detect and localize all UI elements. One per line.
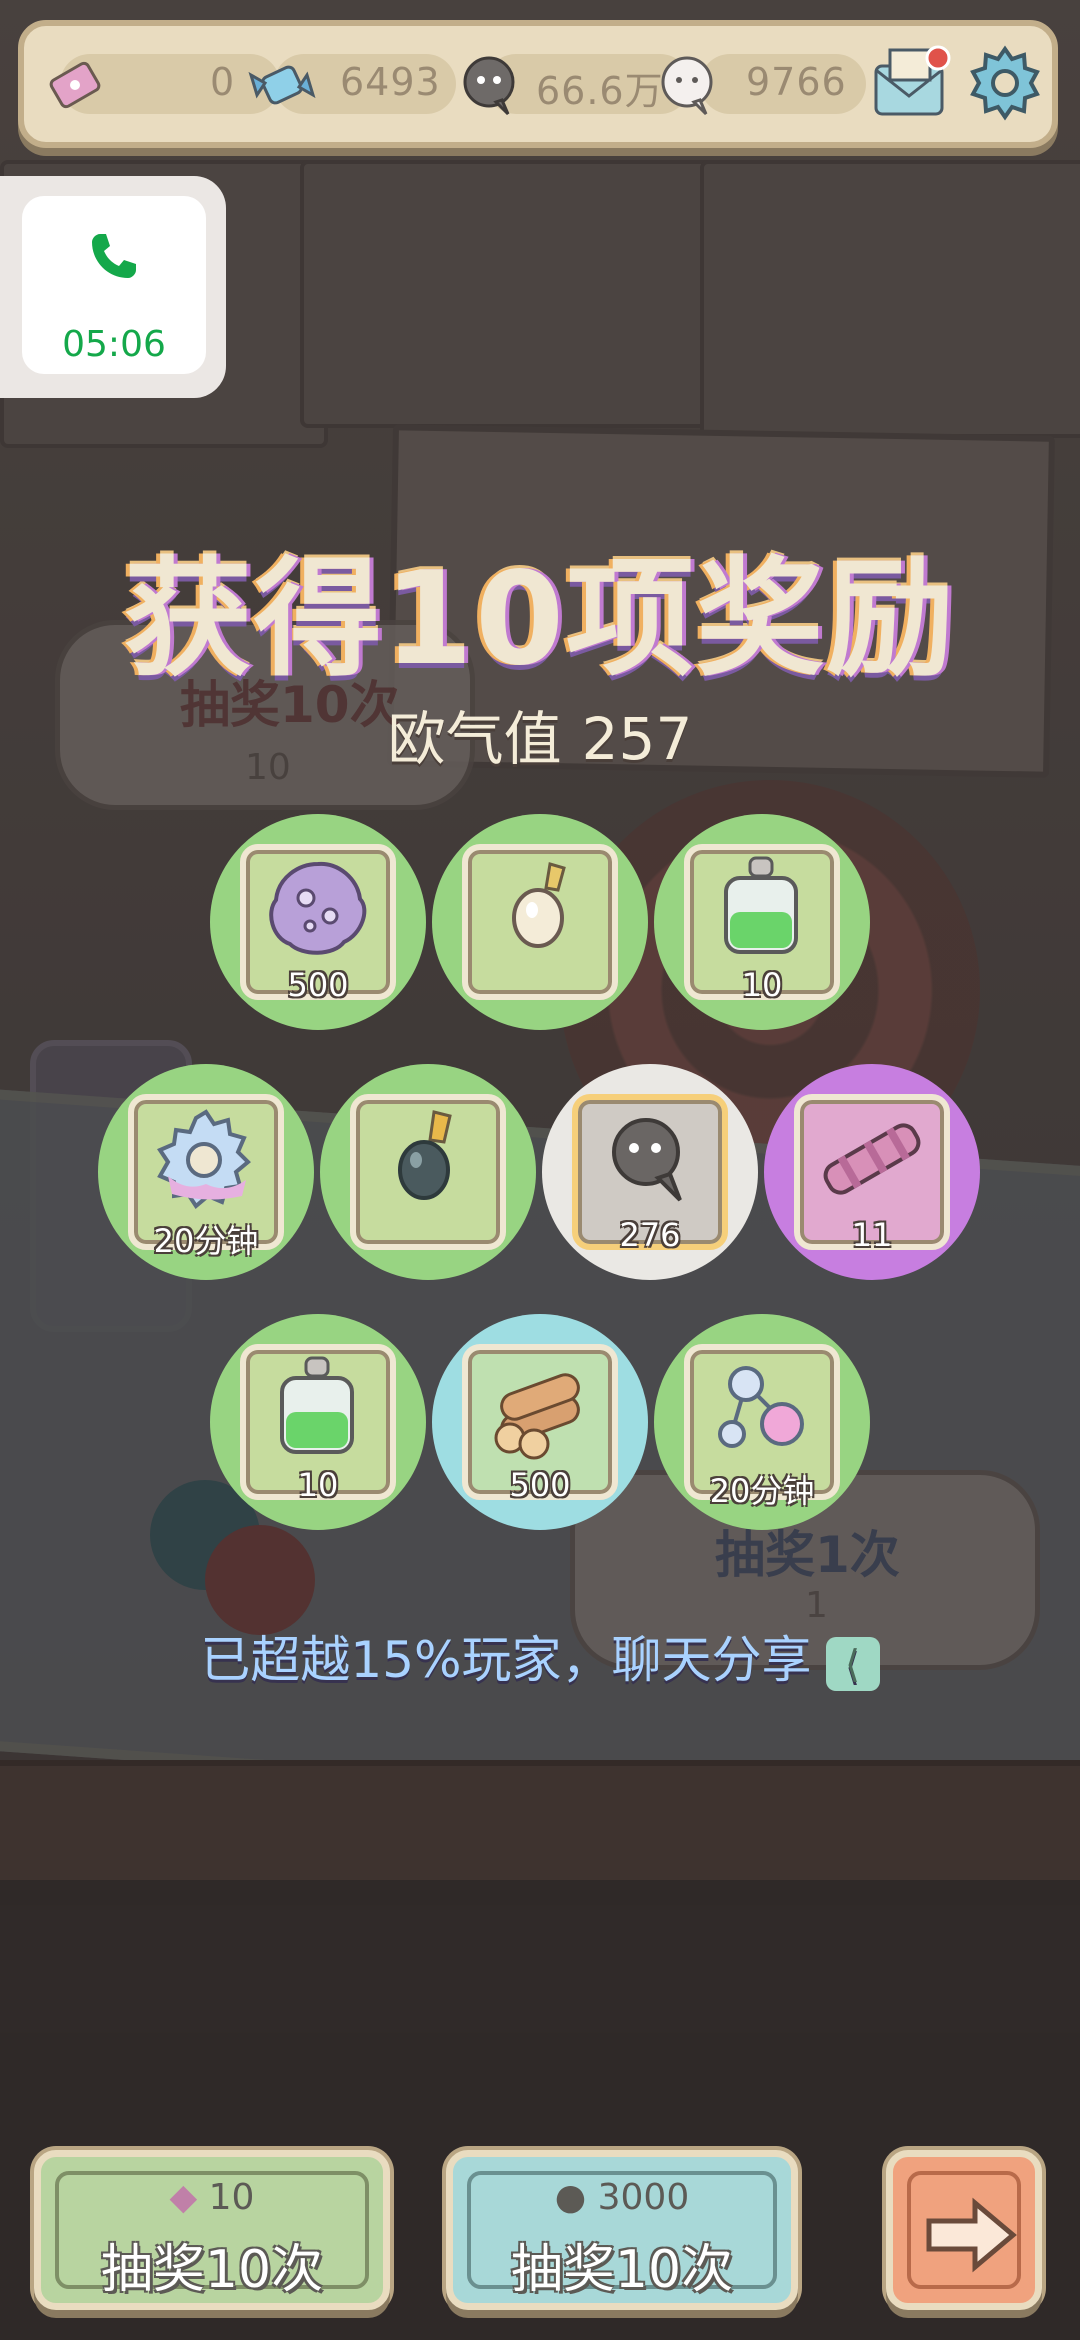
virus-icon: [269, 861, 367, 955]
dark-bubble-count: 66.6万: [536, 69, 664, 113]
bubble-cost: ● 3000: [453, 2177, 791, 2218]
call-duration: 05:06: [62, 324, 166, 365]
wood-logs-icon: [494, 1373, 580, 1460]
arrow-right-icon: [921, 2195, 1021, 2275]
luck-score: 欧气值 257: [0, 692, 1080, 776]
dark-pendant-icon: [398, 1110, 452, 1200]
reward-item[interactable]: 10: [654, 814, 870, 1030]
bubble-draw-label: 抽奖10次: [510, 2240, 734, 2300]
ticket-icon: [44, 54, 106, 116]
ticket-cost: ◆ 10: [41, 2177, 383, 2218]
reward-item[interactable]: [320, 1064, 536, 1280]
reward-item[interactable]: 20分钟: [98, 1064, 314, 1280]
ticket-icon: ◆: [169, 2177, 198, 2218]
pearl-pendant-icon: [512, 862, 566, 948]
gear-icon: [157, 1109, 251, 1209]
item-quantity: 20分钟: [709, 1472, 815, 1510]
item-quantity: 20分钟: [153, 1222, 259, 1260]
reward-title: 获得10项奖励: [123, 545, 957, 694]
phone-icon: [84, 226, 144, 286]
call-card[interactable]: 05:06: [22, 196, 206, 374]
ticket-draw-label: 抽奖10次: [100, 2240, 324, 2300]
green-potion-icon: [280, 1356, 354, 1454]
ticket-draw-button[interactable]: ◆ 10 抽奖10次: [34, 2150, 390, 2310]
share-icon[interactable]: ⟨: [825, 1636, 880, 1691]
item-quantity: 276: [619, 1216, 681, 1254]
item-quantity: 10: [297, 1466, 339, 1504]
light-bubble-icon: [652, 50, 722, 120]
share-text: 已超越15%玩家，聊天分享: [200, 1631, 812, 1689]
reward-item[interactable]: 20分钟: [654, 1314, 870, 1530]
next-button[interactable]: [886, 2150, 1042, 2310]
bubble-icon: ●: [554, 2177, 587, 2218]
reward-item[interactable]: [432, 814, 648, 1030]
green-potion-icon: [724, 856, 798, 954]
luck-label: 欧气值: [387, 705, 562, 773]
item-quantity: 500: [287, 966, 349, 1004]
dark-bubble-icon: [454, 50, 524, 120]
reward-item[interactable]: 500: [210, 814, 426, 1030]
settings-gear-icon[interactable]: [962, 40, 1048, 126]
reward-item[interactable]: 500: [432, 1314, 648, 1530]
call-widget[interactable]: 05:06: [0, 176, 226, 398]
bubble-draw-button[interactable]: ● 3000 抽奖10次: [446, 2150, 798, 2310]
candy-count: 6493: [340, 60, 441, 104]
reward-item[interactable]: 11: [764, 1064, 980, 1280]
item-quantity: 10: [741, 966, 783, 1004]
currency-bar: 0 6493 66.6万 9766: [18, 20, 1058, 148]
ticket-cost-value: 10: [208, 2177, 255, 2218]
luck-value: 257: [581, 705, 693, 773]
mail-icon[interactable]: [866, 38, 956, 128]
share-row[interactable]: 已超越15%玩家，聊天分享 ⟨: [0, 1620, 1080, 1692]
candy-icon: [246, 52, 318, 118]
reward-item[interactable]: 10: [210, 1314, 426, 1530]
molecule-icon: [718, 1366, 804, 1448]
reward-item[interactable]: 276: [542, 1064, 758, 1280]
speech-bubble-icon: [612, 1118, 682, 1202]
item-quantity: 11: [851, 1216, 893, 1254]
telescope-icon: [823, 1123, 921, 1195]
item-quantity: 500: [509, 1466, 571, 1504]
bubble-cost-value: 3000: [597, 2177, 690, 2218]
light-bubble-count: 9766: [746, 60, 847, 104]
ticket-count: 0: [210, 60, 236, 104]
